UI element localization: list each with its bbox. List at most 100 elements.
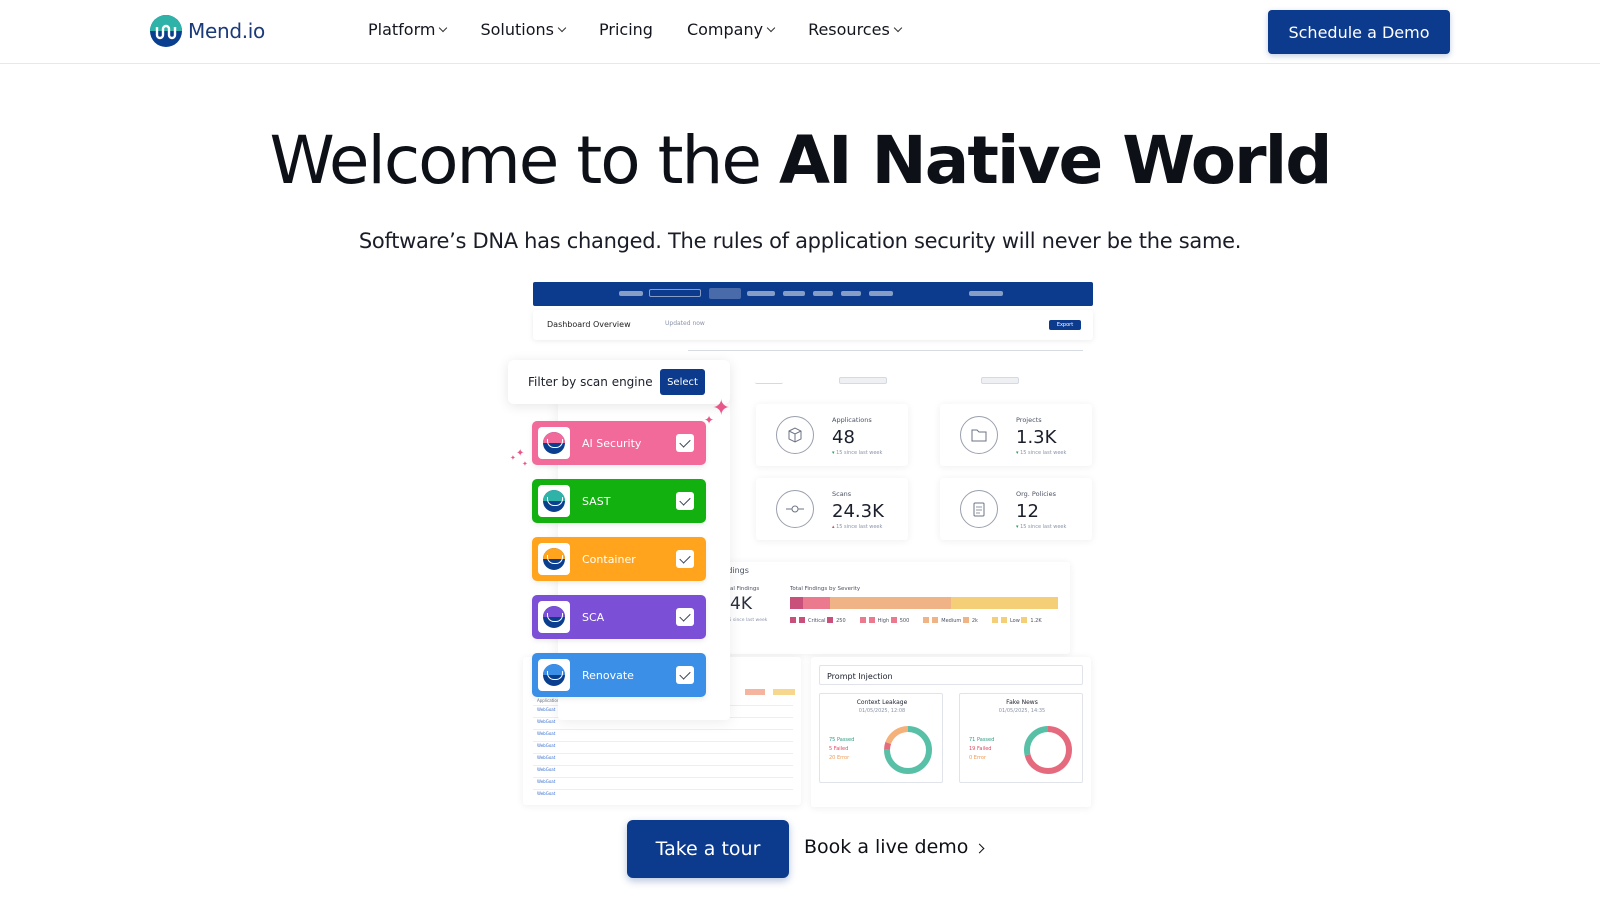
nav-solutions[interactable]: Solutions [480, 20, 567, 39]
checkbox-checked[interactable] [676, 550, 694, 568]
schedule-demo-button[interactable]: Schedule a Demo [1268, 10, 1450, 54]
table-row [533, 777, 793, 778]
stat-error: 20 Error [829, 754, 854, 763]
mini-tab [783, 291, 805, 296]
stat-card-applications[interactable]: Applications 48 ▾ 15 since last week [756, 404, 908, 466]
clipboard-icon [960, 490, 998, 528]
checkbox-checked[interactable] [676, 666, 694, 684]
hero-subtitle: Software’s DNA has changed. The rules of… [358, 229, 1242, 253]
context-leakage-card[interactable]: Context Leakage 01/05/2025, 12:08 75 Pas… [819, 693, 943, 783]
take-a-tour-button[interactable]: Take a tour [627, 820, 789, 878]
fake-news-card[interactable]: Fake News 01/05/2025, 14:35 71 Passed 19… [959, 693, 1083, 783]
stat-card-policies[interactable]: Org. Policies 12 ▾ 15 since last week [940, 478, 1092, 540]
checkbox-checked[interactable] [676, 434, 694, 452]
sparkle-icon: ✦ [704, 413, 715, 427]
stat-delta-text: 15 since last week [836, 450, 883, 456]
hero-title-bold: AI Native World [778, 122, 1333, 199]
mini-tab-active [709, 288, 741, 299]
card-date: 01/05/2025, 12:08 [858, 708, 906, 714]
engine-label: Container [582, 552, 636, 566]
severity-segment-critical [790, 597, 804, 609]
failed-count: 5 [829, 746, 833, 752]
card-name: Context Leakage [856, 699, 908, 706]
engine-label: AI Security [582, 436, 642, 450]
mini-icons [969, 291, 1003, 296]
hero-title: Welcome to the AI Native World [0, 122, 1600, 199]
legend-critical: Critical 250 [790, 617, 846, 624]
chevron-right-icon [974, 843, 985, 853]
nav-platform-label: Platform [368, 20, 436, 39]
dashboard-filters [755, 377, 1085, 387]
error-count: 20 [829, 755, 836, 761]
passed-count: 75 [829, 737, 836, 743]
stat-card-projects[interactable]: Projects 1.3K ▾ 15 since last week [940, 404, 1092, 466]
filter-trends-input[interactable] [981, 377, 1019, 384]
column-highlight-high [745, 689, 765, 695]
stat-delta: ▴ 15 since last week [832, 524, 883, 530]
chevron-down-icon [766, 23, 776, 32]
stat-card-scans[interactable]: Scans 24.3K ▴ 15 since last week [756, 478, 908, 540]
folder-icon [960, 416, 998, 454]
nav-pricing[interactable]: Pricing [599, 20, 653, 39]
stat-value: 1.3K [1016, 427, 1057, 448]
select-button[interactable]: Select [660, 369, 705, 395]
engine-sast[interactable]: SAST [532, 479, 706, 523]
scan-engine-filter: Filter by scan engine Select [508, 360, 730, 404]
prompt-injection-card: Prompt Injection Context Leakage 01/05/2… [811, 657, 1091, 807]
sparkle-icon: ✦ [522, 460, 528, 468]
export-button[interactable]: Export [1049, 320, 1081, 330]
total-findings-value: 4K [730, 594, 752, 614]
engine-ai-security[interactable]: AI Security [532, 421, 706, 465]
engine-container[interactable]: Container [532, 537, 706, 581]
stat-label: Org. Policies [1016, 490, 1056, 498]
table-cell-app[interactable]: WebGoat [537, 767, 555, 772]
nav-company[interactable]: Company [687, 20, 776, 39]
dashboard-topbar [533, 282, 1093, 306]
engine-sca[interactable]: SCA [532, 595, 706, 639]
stat-delta-text: 15 since last week [836, 524, 883, 530]
table-cell-app[interactable]: WebGoat [537, 743, 555, 748]
stat-label: Scans [832, 490, 852, 498]
card-stats: 75 Passed 5 Failed 20 Error [829, 736, 854, 763]
nav-resources[interactable]: Resources [808, 20, 903, 39]
sparkle-icon: ✦ [516, 448, 525, 459]
passed-count: 71 [969, 737, 976, 743]
filter-label [805, 377, 835, 384]
donut-chart [1024, 726, 1072, 774]
hero-title-regular: Welcome to the [269, 122, 779, 199]
checkbox-checked[interactable] [676, 492, 694, 510]
mend-logo[interactable]: Mend.io [150, 15, 265, 47]
table-cell-app[interactable]: WebGoat [537, 707, 555, 712]
engine-label: SAST [582, 494, 611, 508]
engine-label: SCA [582, 610, 605, 624]
updated-status: Updated now [665, 320, 705, 327]
nav-platform[interactable]: Platform [368, 20, 448, 39]
chevron-down-icon [557, 23, 567, 32]
table-row [533, 765, 793, 766]
sca-icon [538, 601, 570, 633]
legend-value: 2k [963, 618, 978, 624]
legend-name: Critical [799, 618, 826, 624]
table-cell-app[interactable]: WebGoat [537, 731, 555, 736]
error-count: 0 [969, 755, 973, 761]
legend-name: Low [1001, 618, 1020, 624]
logo-text: Mend.io [188, 19, 265, 43]
stat-passed: 71 Passed [969, 736, 994, 745]
checkbox-checked[interactable] [676, 608, 694, 626]
table-cell-app[interactable]: WebGoat [537, 755, 555, 760]
table-cell-app[interactable]: WebGoat [537, 791, 555, 796]
passed-label: Passed [976, 737, 995, 743]
filter-label: Filter by scan engine [528, 375, 653, 389]
stat-failed: 19 Failed [969, 745, 994, 754]
table-cell-app[interactable]: WebGoat [537, 779, 555, 784]
book-live-demo-link[interactable]: Book a live demo [804, 836, 985, 858]
nav-pricing-label: Pricing [599, 20, 653, 39]
table-cell-app[interactable]: WebGoat [537, 719, 555, 724]
filter-labels-input[interactable] [839, 377, 887, 384]
stat-value: 24.3K [832, 501, 884, 522]
stat-value: 12 [1016, 501, 1039, 522]
mini-logo [619, 291, 643, 296]
engine-renovate[interactable]: Renovate [532, 653, 706, 697]
mini-tab [747, 291, 775, 296]
donut-chart [884, 726, 932, 774]
